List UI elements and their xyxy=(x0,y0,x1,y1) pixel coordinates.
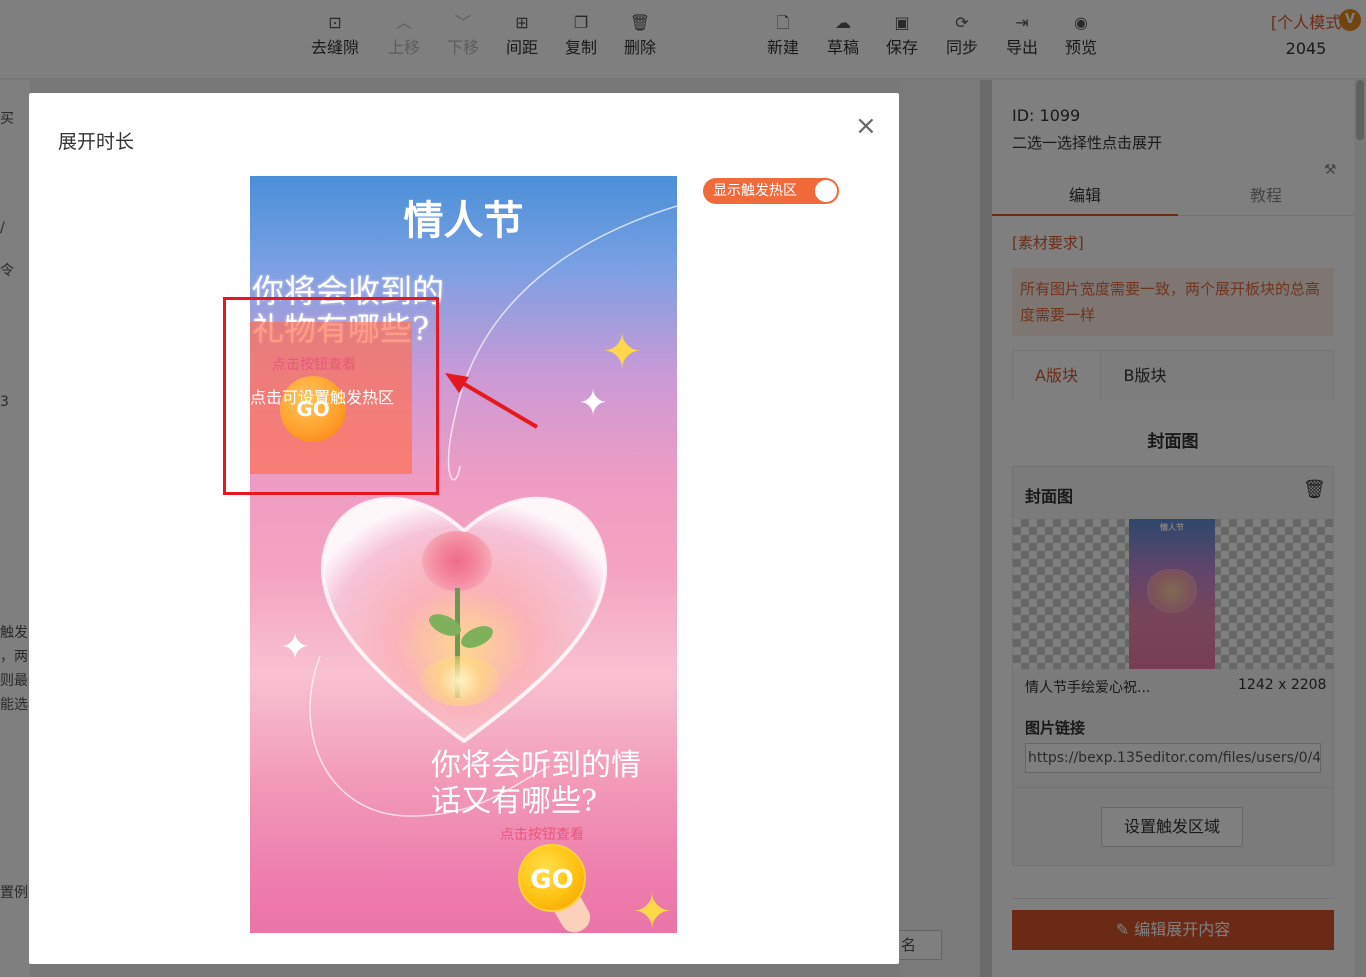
poster-hint-2: 点击按钮查看 xyxy=(500,827,584,843)
gold-star-icon: ✦ xyxy=(602,324,643,380)
expand-duration-modal: 展开时长 × 情人节 你将会收到的 礼物有哪些? xyxy=(29,93,899,964)
go-button[interactable]: GO xyxy=(518,844,586,912)
annotation-box xyxy=(223,297,439,495)
toggle-label: 显示触发热区 xyxy=(713,183,797,199)
modal-title: 展开时长 xyxy=(58,131,135,153)
close-icon[interactable]: × xyxy=(855,113,877,139)
glow-image xyxy=(420,656,500,706)
toggle-knob xyxy=(815,180,837,202)
poster-question-2: 你将会听到的情 话又有哪些? xyxy=(431,748,641,819)
rose-image xyxy=(422,531,492,591)
show-hotspot-toggle[interactable]: 显示触发热区 xyxy=(703,178,839,204)
annotation-arrow-icon xyxy=(445,373,539,429)
gold-star-icon: ✦ xyxy=(632,884,673,933)
white-star-icon: ✦ xyxy=(280,627,311,668)
poster-preview[interactable]: 情人节 你将会收到的 礼物有哪些? ✦ ✦ ✦ ✦ xyxy=(250,176,677,933)
white-star-icon: ✦ xyxy=(578,383,609,424)
poster-title: 情人节 xyxy=(403,197,524,244)
